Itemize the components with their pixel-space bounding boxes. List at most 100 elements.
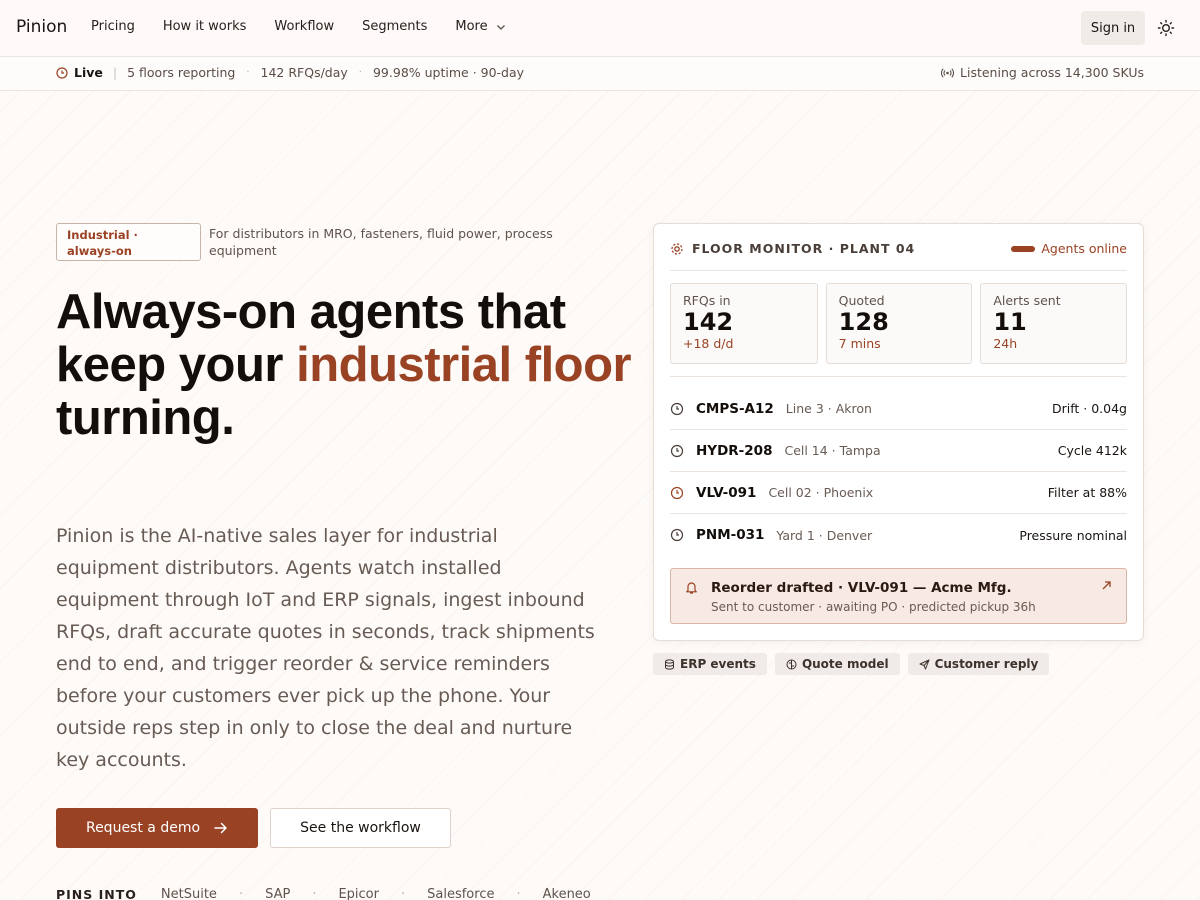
hero-title: Always-on agents that keep your industri… bbox=[56, 286, 656, 445]
request-demo-button[interactable]: Request a demo bbox=[56, 808, 258, 848]
status-uptime: 99.98% uptime · 90-day bbox=[372, 65, 525, 80]
status-bar: Live | 5 floors reporting · 142 RFQs/day… bbox=[0, 57, 1200, 91]
card-header: FLOOR MONITOR · PLANT 04 Agents online bbox=[670, 241, 1127, 257]
send-icon bbox=[919, 659, 930, 669]
stat-value: 128 bbox=[838, 308, 889, 336]
list-item[interactable]: CMPS-A12 Line 3 · Akron Drift · 0.04g bbox=[670, 388, 1127, 430]
equipment-reading: Pressure nominal bbox=[1019, 527, 1127, 543]
stat-delta: +18 d/d bbox=[683, 336, 734, 351]
stat-delta: 24h bbox=[993, 336, 1018, 351]
agents-online-status: Agents online bbox=[1011, 241, 1127, 256]
integration-netsuite: NetSuite bbox=[160, 887, 217, 900]
status-listening: Listening across 14,300 SKUs bbox=[960, 65, 1144, 80]
integration-sap: SAP bbox=[265, 887, 291, 900]
status-floors: 5 floors reporting bbox=[127, 65, 236, 80]
stat-rfqs: RFQs in 142 +18 d/d bbox=[670, 283, 818, 364]
status-live: Live bbox=[74, 65, 103, 80]
agents-online-label: Agents online bbox=[1041, 241, 1127, 256]
card-divider bbox=[670, 270, 1127, 271]
chip-quote-model[interactable]: Quote model bbox=[774, 653, 900, 675]
see-workflow-button[interactable]: See the workflow bbox=[270, 808, 451, 848]
chip-customer-reply[interactable]: Customer reply bbox=[907, 653, 1050, 675]
reorder-alert[interactable]: Reorder drafted · VLV-091 — Acme Mfg. Se… bbox=[670, 568, 1127, 624]
broadcast-icon bbox=[941, 67, 955, 78]
equipment-location: Cell 14 · Tampa bbox=[784, 443, 881, 458]
equipment-code: PNM-031 bbox=[696, 527, 765, 543]
clock-icon bbox=[670, 402, 684, 415]
equipment-list: CMPS-A12 Line 3 · Akron Drift · 0.04g HY… bbox=[670, 388, 1127, 556]
nav-link-how-it-works[interactable]: How it works bbox=[163, 19, 247, 34]
nav-link-more-label: More bbox=[455, 19, 488, 34]
arrow-right-icon bbox=[214, 822, 227, 834]
stat-value: 142 bbox=[683, 308, 734, 336]
floor-monitor-card: FLOOR MONITOR · PLANT 04 Agents online R… bbox=[653, 223, 1144, 641]
status-left: Live | 5 floors reporting · 142 RFQs/day… bbox=[56, 65, 524, 80]
stat-delta: 7 mins bbox=[838, 336, 881, 351]
status-divider: | bbox=[112, 65, 118, 80]
list-item[interactable]: VLV-091 Cell 02 · Phoenix Filter at 88% bbox=[670, 472, 1127, 514]
stat-label: RFQs in bbox=[683, 293, 731, 308]
arrow-up-right-icon[interactable] bbox=[1101, 580, 1112, 591]
nav-link-workflow[interactable]: Workflow bbox=[274, 19, 334, 34]
sign-in-button[interactable]: Sign in bbox=[1081, 11, 1145, 45]
online-indicator bbox=[1011, 245, 1036, 252]
list-item[interactable]: PNM-031 Yard 1 · Denver Pressure nominal bbox=[670, 514, 1127, 556]
pins-dot: · bbox=[516, 887, 521, 900]
card-title: FLOOR MONITOR · PLANT 04 bbox=[670, 241, 915, 256]
chip-erp-events[interactable]: ERP events bbox=[653, 653, 767, 675]
list-item[interactable]: HYDR-208 Cell 14 · Tampa Cycle 412k bbox=[670, 430, 1127, 472]
equipment-reading: Drift · 0.04g bbox=[1051, 401, 1127, 416]
clock-icon bbox=[670, 444, 684, 457]
chevron-down-icon bbox=[496, 24, 505, 30]
gear-icon bbox=[671, 242, 683, 255]
alert-clock-icon bbox=[670, 486, 684, 499]
bell-icon bbox=[686, 582, 697, 594]
integration-epicor: Epicor bbox=[338, 887, 379, 900]
equipment-code: VLV-091 bbox=[696, 484, 757, 501]
badge-note: For distributors in MRO, fasteners, flui… bbox=[209, 226, 553, 258]
equipment-location: Yard 1 · Denver bbox=[776, 527, 873, 543]
chip-label: Customer reply bbox=[934, 657, 1039, 671]
signal-chips: ERP events Quote model Customer reply bbox=[653, 653, 1050, 675]
equipment-code: HYDR-208 bbox=[696, 442, 773, 459]
stat-label: Alerts sent bbox=[993, 293, 1061, 308]
equipment-location: Line 3 · Akron bbox=[785, 401, 872, 416]
hero-title-post: turning. bbox=[56, 391, 235, 445]
hero-lede: Pinion is the AI-native sales layer for … bbox=[56, 525, 595, 771]
hero-title-accent: industrial floor bbox=[296, 338, 632, 392]
stat-label: Quoted bbox=[838, 293, 885, 308]
chip-label: Quote model bbox=[801, 657, 889, 671]
equipment-code: CMPS-A12 bbox=[696, 400, 774, 417]
stat-quoted: Quoted 128 7 mins bbox=[825, 283, 973, 364]
stats-row: RFQs in 142 +18 d/d Quoted 128 7 mins Al… bbox=[670, 283, 1128, 364]
request-demo-label: Request a demo bbox=[85, 820, 201, 836]
card-title-text: FLOOR MONITOR · PLANT 04 bbox=[692, 241, 916, 256]
pins-dot: · bbox=[238, 887, 244, 900]
pins-label: PINS INTO bbox=[56, 887, 137, 900]
integration-akeneo: Akeneo bbox=[542, 887, 591, 900]
brand-logo[interactable]: Pinion bbox=[16, 17, 67, 37]
equipment-reading: Filter at 88% bbox=[1047, 485, 1127, 500]
clock-icon bbox=[670, 528, 684, 542]
stat-alerts: Alerts sent 11 24h bbox=[980, 283, 1128, 364]
nav-link-pricing[interactable]: Pricing bbox=[91, 19, 135, 34]
industry-badge: Industrial · always-on bbox=[56, 223, 201, 261]
stat-value: 11 bbox=[993, 308, 1027, 336]
nav-links: Pricing How it works Workflow Segments M… bbox=[91, 19, 506, 34]
brain-icon bbox=[786, 659, 797, 669]
nav-link-segments[interactable]: Segments bbox=[362, 19, 427, 34]
integrations-row: PINS INTO NetSuite · SAP · Epicor · Sale… bbox=[56, 887, 591, 900]
status-right: Listening across 14,300 SKUs bbox=[941, 65, 1144, 80]
live-clock-icon bbox=[56, 66, 68, 79]
equipment-reading: Cycle 412k bbox=[1057, 443, 1127, 458]
chip-label: ERP events bbox=[680, 657, 756, 671]
status-dot: · bbox=[358, 67, 362, 78]
database-icon bbox=[665, 658, 674, 670]
pins-dot: · bbox=[400, 887, 406, 900]
nav-link-more[interactable]: More bbox=[455, 19, 505, 34]
pins-dot: · bbox=[312, 887, 317, 900]
status-rfqs: 142 RFQs/day bbox=[260, 65, 348, 80]
equipment-location: Cell 02 · Phoenix bbox=[768, 485, 874, 500]
top-nav: Pinion Pricing How it works Workflow Seg… bbox=[0, 0, 1200, 57]
sun-icon[interactable] bbox=[1157, 19, 1175, 37]
